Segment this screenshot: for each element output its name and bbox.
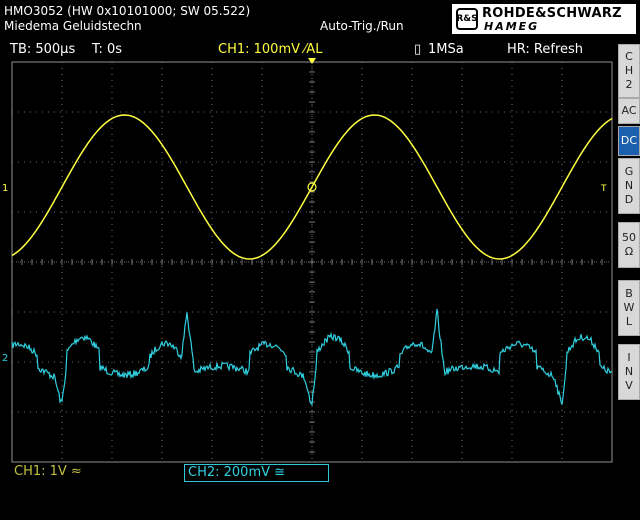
bwl-button[interactable]: B W L — [618, 280, 640, 336]
ch1-scale[interactable]: CH1: 1V ≈ — [14, 464, 82, 479]
side-ch-letter-1: C — [625, 50, 633, 63]
invert-button[interactable]: I N V — [618, 344, 640, 400]
coupling-ac-button[interactable]: AC — [618, 98, 640, 124]
gnd-letter-3: D — [624, 193, 634, 206]
channel-indicator: C H 2 — [618, 44, 640, 98]
gnd-button[interactable]: G N D — [618, 158, 640, 214]
bwl-letter-3: L — [625, 315, 633, 328]
bwl-letter-1: B — [625, 287, 633, 300]
inv-letter-2: N — [624, 365, 634, 378]
side-ch-letter-2: H — [624, 64, 634, 77]
scope-display: 1 2 T — [2, 58, 613, 463]
trigger-level-label: T — [600, 184, 607, 194]
coupling-dc-button[interactable]: DC — [618, 126, 640, 156]
bwl-letter-2: W — [623, 301, 635, 314]
ch1-ground-marker[interactable]: 1 — [2, 183, 8, 194]
ch2-scale[interactable]: CH2: 200mV ≅ — [184, 464, 329, 482]
ch1-waveform — [11, 114, 613, 260]
gnd-letter-2: N — [624, 179, 634, 192]
ohm-icon: Ω — [624, 245, 634, 258]
ch2-ground-marker[interactable]: 2 — [2, 353, 8, 364]
impedance-value: 50 — [622, 231, 636, 244]
inv-letter-3: V — [625, 379, 633, 392]
side-ch-letter-3: 2 — [625, 78, 633, 91]
trigger-level-marker — [308, 58, 316, 64]
inv-letter-1: I — [627, 351, 631, 364]
gnd-letter-1: G — [624, 165, 634, 178]
impedance-50-button[interactable]: 50 Ω — [618, 222, 640, 268]
